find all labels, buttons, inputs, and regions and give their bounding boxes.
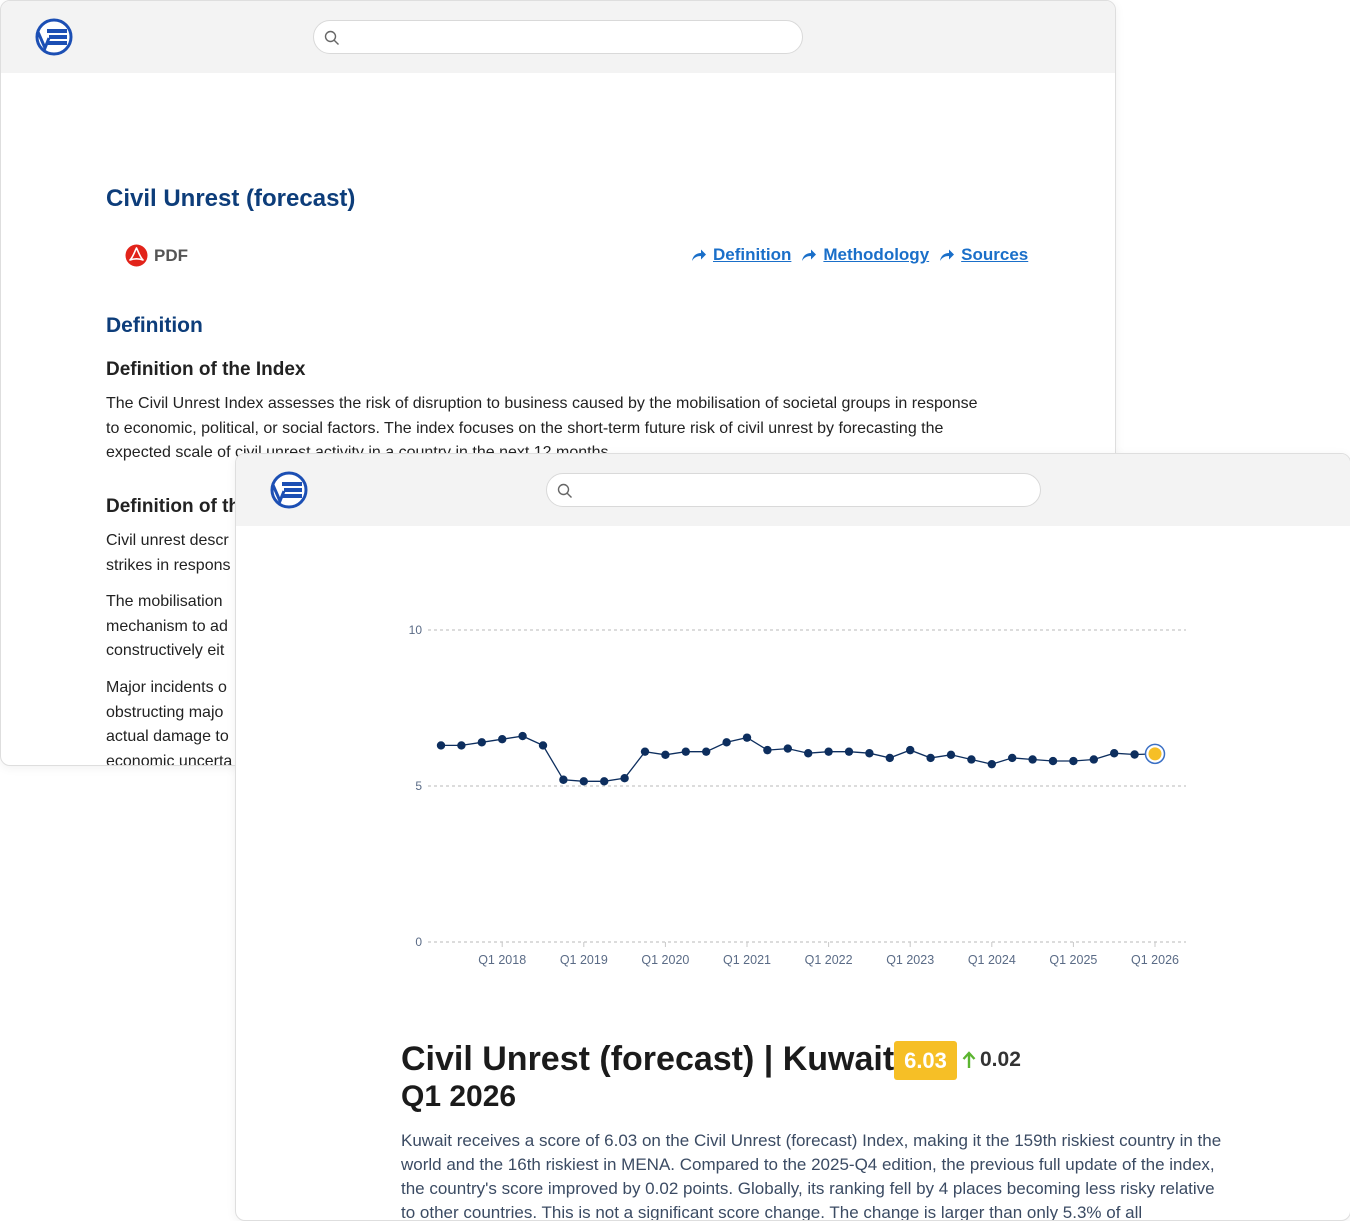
- data-point: [436, 741, 446, 750]
- subheading-index: Definition of the Index: [106, 359, 306, 380]
- pdf-label: PDF: [154, 245, 188, 265]
- series-line: [441, 735, 1156, 782]
- search-bar[interactable]: [313, 20, 803, 54]
- x-tick-label: Q1 2022: [805, 953, 853, 967]
- section-links: Definition Methodology Sources: [691, 245, 1028, 265]
- data-point: [661, 750, 670, 759]
- data-point: [967, 755, 976, 764]
- data-point: [579, 777, 588, 786]
- logo-icon[interactable]: [35, 18, 73, 56]
- data-point: [457, 741, 466, 750]
- data-point: [1069, 756, 1078, 766]
- arrow-up-icon: [962, 1051, 976, 1068]
- x-tick-label: Q1 2025: [1049, 953, 1097, 967]
- definition-link[interactable]: Definition: [691, 245, 791, 265]
- country-title: Civil Unrest (forecast) | Kuwait: [401, 1040, 895, 1078]
- data-point: [640, 747, 650, 756]
- x-tick-label: Q1 2023: [886, 953, 934, 967]
- search-input[interactable]: [348, 25, 788, 51]
- data-point: [1048, 756, 1058, 766]
- paragraph-major-incidents: Major incidents o obstructing majo actua…: [106, 679, 233, 766]
- country-window: 0 5 10 Q1 2018 Q1 2019 Q1 2020 Q1 2021 Q1 2022 Q…: [235, 453, 1350, 1221]
- data-point: [1089, 755, 1098, 764]
- data-point: [1028, 755, 1037, 764]
- x-tick-label: Q1 2018: [478, 953, 526, 967]
- data-point: [681, 747, 690, 756]
- sources-link-label[interactable]: Sources: [961, 245, 1028, 265]
- data-point: [1008, 753, 1017, 763]
- y-tick-label: 0: [415, 935, 422, 949]
- share-arrow-icon: [802, 249, 817, 261]
- data-point: [824, 747, 833, 756]
- methodology-link[interactable]: Methodology: [801, 245, 929, 265]
- data-point: [763, 745, 772, 755]
- data-point: [783, 744, 792, 753]
- definition-link-label[interactable]: Definition: [713, 245, 791, 265]
- sources-link[interactable]: Sources: [939, 245, 1028, 265]
- x-tick-label: Q1 2020: [641, 953, 689, 967]
- data-point: [477, 738, 486, 747]
- data-point: [804, 749, 813, 758]
- summary-paragraph: Kuwait receives a score of 6.03 on the C…: [401, 1131, 1222, 1221]
- pdf-icon: [125, 244, 148, 267]
- data-point: [946, 750, 956, 759]
- data-point: [518, 731, 527, 741]
- current-point: [1148, 747, 1162, 761]
- data-point: [987, 759, 996, 769]
- data-point: [1110, 749, 1119, 758]
- data-point: [600, 777, 609, 786]
- data-point: [1130, 750, 1139, 759]
- line-chart: 0 5 10 Q1 2018 Q1 2019 Q1 2020 Q1 2021 Q1 2022 Q…: [409, 623, 1186, 967]
- score-change-value: 0.02: [980, 1048, 1021, 1071]
- share-arrow-icon: [692, 249, 706, 261]
- data-point: [559, 775, 568, 784]
- data-point: [742, 733, 752, 742]
- data-point: [498, 735, 507, 744]
- data-point: [906, 745, 915, 755]
- x-tick-label: Q1 2021: [723, 953, 771, 967]
- period-title: Q1 2026: [401, 1080, 517, 1113]
- data-point: [844, 747, 854, 756]
- data-point: [722, 738, 731, 747]
- score-change: 0.02: [962, 1048, 1021, 1072]
- x-tick-label: Q1 2026: [1131, 953, 1179, 967]
- header-bar: [1, 1, 1115, 73]
- data-point: [865, 749, 874, 758]
- share-arrow-icon: [940, 249, 955, 261]
- data-point: [538, 741, 548, 750]
- data-point: [702, 747, 711, 756]
- pdf-download-button[interactable]: PDF: [125, 244, 188, 267]
- section-title: Definition: [106, 314, 203, 337]
- score-badge: 6.03: [894, 1041, 957, 1080]
- y-tick-label: 5: [415, 779, 422, 793]
- data-point: [885, 753, 894, 763]
- y-tick-label: 10: [409, 623, 423, 637]
- x-tick-label: Q1 2019: [560, 953, 608, 967]
- methodology-link-label[interactable]: Methodology: [823, 245, 929, 265]
- page-title: Civil Unrest (forecast): [106, 185, 356, 212]
- paragraph-mobilisation: The mobilisation mechanism to ad constru…: [106, 593, 228, 659]
- subheading-event: Definition of the: [106, 496, 251, 517]
- data-point: [926, 753, 935, 763]
- x-tick-label: Q1 2024: [968, 953, 1016, 967]
- paragraph-civil-unrest: Civil unrest descr strikes in respons: [106, 532, 231, 574]
- data-point: [620, 774, 629, 783]
- search-icon: [324, 30, 339, 45]
